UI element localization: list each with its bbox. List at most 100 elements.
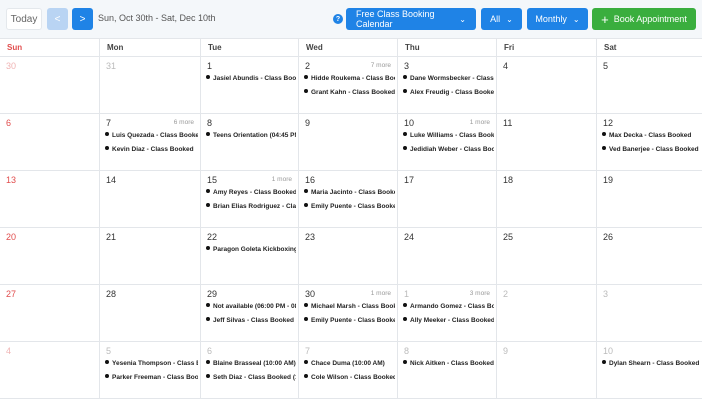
event-item[interactable]: Alex Freudig - Class Booked: [403, 89, 494, 99]
event-dot-icon: [105, 132, 109, 136]
event-item[interactable]: Ved Banerjee - Class Booked: [602, 146, 700, 156]
day-cell[interactable]: 1 3 more Armando Gomez - Class Booked Ally …: [397, 285, 496, 342]
day-cell[interactable]: 21: [99, 228, 200, 285]
event-item[interactable]: Parker Freeman - Class Booked: [105, 374, 198, 384]
day-cell[interactable]: 26: [596, 228, 702, 285]
event-item[interactable]: Emily Puente - Class Booked: [304, 317, 395, 327]
day-cell[interactable]: 24: [397, 228, 496, 285]
more-events-link[interactable]: 1 more: [371, 290, 391, 297]
day-number: 6: [6, 118, 12, 128]
event-item[interactable]: Brian Elias Rodriguez - Class Booked: [206, 203, 296, 213]
event-item[interactable]: Michael Marsh - Class Booked: [304, 303, 395, 313]
event-item[interactable]: Not available (06:00 PM - 08:00 PM): [206, 303, 296, 313]
day-cell[interactable]: 27: [0, 285, 99, 342]
day-cell[interactable]: 2 7 more Hidde Roukema - Class Booked Grant…: [298, 57, 397, 114]
event-item[interactable]: Paragon Goleta Kickboxing: [206, 246, 296, 256]
event-label: Max Decka - Class Booked: [609, 132, 692, 139]
day-cell[interactable]: 9: [496, 342, 596, 399]
event-item[interactable]: Luis Quezada - Class Booked: [105, 132, 198, 142]
event-item[interactable]: Kevin Diaz - Class Booked: [105, 146, 198, 156]
event-item[interactable]: Luke Williams - Class Booked: [403, 132, 494, 142]
event-item[interactable]: Amy Reyes - Class Booked: [206, 189, 296, 199]
day-cell[interactable]: 6 Blaine Brasseal (10:00 AM) Seth Diaz - C…: [200, 342, 298, 399]
day-cell[interactable]: 28: [99, 285, 200, 342]
day-cell[interactable]: 7 Chace Duma (10:00 AM) Cole Wilson - Clas…: [298, 342, 397, 399]
event-item[interactable]: Yesenia Thompson - Class Booked: [105, 360, 198, 370]
event-label: Maria Jacinto - Class Booked: [311, 189, 395, 196]
next-button[interactable]: >: [72, 8, 93, 30]
day-cell[interactable]: 18: [496, 171, 596, 228]
event-item[interactable]: Cole Wilson - Class Booked: [304, 374, 395, 384]
day-cell[interactable]: 10 Dylan Shearn - Class Booked: [596, 342, 702, 399]
event-label: Ally Meeker - Class Booked: [410, 317, 494, 324]
filter-select[interactable]: All ⌄: [481, 8, 522, 30]
event-label: Not available (06:00 PM - 08:00 PM): [213, 303, 296, 310]
day-cell[interactable]: 1Jasiel Abundis - Class Booked: [200, 57, 298, 114]
today-button[interactable]: Today: [6, 8, 42, 30]
day-cell[interactable]: 29 Not available (06:00 PM - 08:00 PM) Jef…: [200, 285, 298, 342]
book-appointment-button[interactable]: + Book Appointment: [592, 8, 696, 30]
day-cell[interactable]: 19: [596, 171, 702, 228]
event-item[interactable]: Hidde Roukema - Class Booked: [304, 75, 395, 85]
event-item[interactable]: Nick Aitken - Class Booked: [403, 360, 494, 370]
previous-button[interactable]: <: [47, 8, 68, 30]
day-cell[interactable]: 8 Nick Aitken - Class Booked: [397, 342, 496, 399]
day-cell[interactable]: 25: [496, 228, 596, 285]
day-cell[interactable]: 7 6 more Luis Quezada - Class Booked Kevin …: [99, 114, 200, 171]
event-item[interactable]: Chace Duma (10:00 AM): [304, 360, 395, 370]
day-cell[interactable]: 2: [496, 285, 596, 342]
event-item[interactable]: Seth Diaz - Class Booked (10:00 AM): [206, 374, 296, 384]
day-cell[interactable]: 30: [0, 57, 99, 114]
event-item[interactable]: Max Decka - Class Booked: [602, 132, 700, 142]
more-events-link[interactable]: 7 more: [371, 62, 391, 69]
event-item[interactable]: Maria Jacinto - Class Booked: [304, 189, 395, 199]
event-dot-icon: [304, 189, 308, 193]
day-cell[interactable]: 17: [397, 171, 496, 228]
day-number: 17: [404, 175, 415, 185]
day-cell[interactable]: 14: [99, 171, 200, 228]
more-events-link[interactable]: 6 more: [174, 119, 194, 126]
day-cell[interactable]: 11: [496, 114, 596, 171]
event-item[interactable]: Jasiel Abundis - Class Booked: [206, 75, 296, 85]
day-cell[interactable]: 10 1 more Luke Williams - Class Booked Jedi…: [397, 114, 496, 171]
event-item[interactable]: Ally Meeker - Class Booked: [403, 317, 494, 327]
event-item[interactable]: Teens Orientation (04:45 PM): [206, 132, 296, 142]
weekday-wed: Wed: [298, 39, 397, 57]
more-events-link[interactable]: 3 more: [470, 290, 490, 297]
event-item[interactable]: Dane Wormsbecker - Class Booked: [403, 75, 494, 85]
day-cell[interactable]: 22 Paragon Goleta Kickboxing: [200, 228, 298, 285]
day-cell[interactable]: 8 Teens Orientation (04:45 PM): [200, 114, 298, 171]
day-cell[interactable]: 5: [596, 57, 702, 114]
event-item[interactable]: Emily Puente - Class Booked: [304, 203, 395, 213]
day-cell[interactable]: 15 1 more Amy Reyes - Class Booked Brian El…: [200, 171, 298, 228]
day-cell[interactable]: 30 1 more Michael Marsh - Class Booked Emil…: [298, 285, 397, 342]
day-cell[interactable]: 3Dane Wormsbecker - Class Booked Alex Fre…: [397, 57, 496, 114]
event-item[interactable]: Blaine Brasseal (10:00 AM): [206, 360, 296, 370]
event-dot-icon: [403, 303, 407, 307]
event-item[interactable]: Grant Kahn - Class Booked: [304, 89, 395, 99]
day-cell[interactable]: 31: [99, 57, 200, 114]
event-item[interactable]: Jeff Silvas - Class Booked: [206, 317, 296, 327]
event-dot-icon: [206, 374, 210, 378]
event-item[interactable]: Armando Gomez - Class Booked: [403, 303, 494, 313]
day-cell[interactable]: 13: [0, 171, 99, 228]
event-label: Michael Marsh - Class Booked: [311, 303, 395, 310]
day-cell[interactable]: 5Yesenia Thompson - Class Booked Parker F…: [99, 342, 200, 399]
day-cell[interactable]: 4: [0, 342, 99, 399]
day-cell[interactable]: 4: [496, 57, 596, 114]
day-cell[interactable]: 23: [298, 228, 397, 285]
view-select[interactable]: Monthly ⌄: [527, 8, 588, 30]
day-cell[interactable]: 20: [0, 228, 99, 285]
day-cell[interactable]: 6: [0, 114, 99, 171]
more-events-link[interactable]: 1 more: [470, 119, 490, 126]
day-cell[interactable]: 9: [298, 114, 397, 171]
more-events-link[interactable]: 1 more: [272, 176, 292, 183]
day-number: 12: [603, 118, 614, 128]
calendar-select[interactable]: Free Class Booking Calendar ⌄: [346, 8, 476, 30]
day-cell[interactable]: 3: [596, 285, 702, 342]
event-item[interactable]: Dylan Shearn - Class Booked: [602, 360, 700, 370]
help-icon[interactable]: ?: [333, 14, 343, 24]
day-cell[interactable]: 16 Maria Jacinto - Class Booked Emily Puen…: [298, 171, 397, 228]
day-cell[interactable]: 12 Max Decka - Class Booked Ved Banerjee -…: [596, 114, 702, 171]
event-item[interactable]: Jedidiah Weber - Class Booked: [403, 146, 494, 156]
